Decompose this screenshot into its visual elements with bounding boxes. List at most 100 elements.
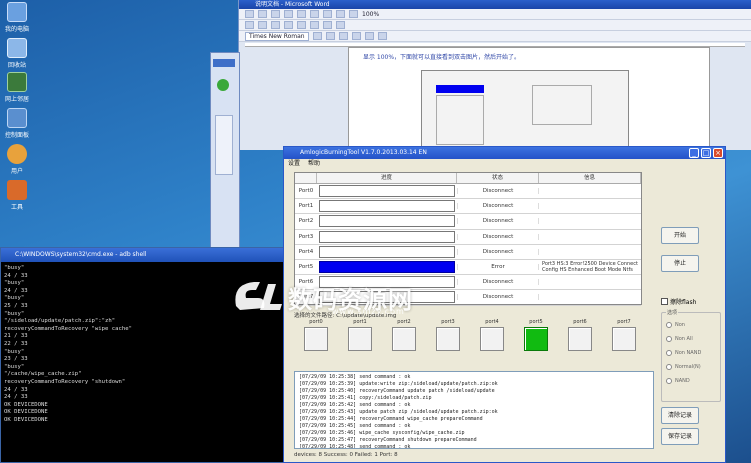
minimize-button[interactable]: _	[689, 148, 699, 158]
log-line: [07/29/09 10:25:44] recoveryCommand wipe…	[299, 416, 483, 422]
file-icon[interactable]	[245, 10, 254, 18]
log-output[interactable]: [07/29/09 10:25:38] send command : ok [07…	[294, 371, 654, 449]
port-indicator[interactable]	[304, 327, 328, 351]
insert-icon[interactable]	[284, 10, 293, 18]
align-left-icon[interactable]	[351, 32, 361, 40]
menu-help[interactable]: 帮助	[308, 159, 320, 169]
console-line: "/sideload/update/patch.zip":"zh"	[4, 318, 116, 325]
help-icon[interactable]	[349, 10, 358, 18]
radio-circle[interactable]	[666, 336, 672, 342]
clear-log-button[interactable]: 清除记录	[661, 407, 699, 424]
grid-header: 进度 状态 信息	[295, 173, 641, 184]
checkbox-box[interactable]	[661, 298, 668, 305]
option-radio[interactable]: NAND	[666, 377, 720, 385]
console-line: OK DEVICEDONE	[4, 416, 48, 423]
grid-row[interactable]: Port0 Disconnect	[295, 184, 641, 200]
close-button[interactable]: ×	[713, 148, 723, 158]
redo-icon[interactable]	[336, 21, 345, 29]
option-radio[interactable]: Non	[666, 321, 720, 329]
desktop-icon-my-computer[interactable]: 我的电脑	[2, 2, 32, 33]
radio-circle[interactable]	[666, 364, 672, 370]
start-button[interactable]: 开始	[661, 227, 699, 244]
print-icon[interactable]	[284, 21, 293, 29]
port-indicator[interactable]	[612, 327, 636, 351]
task-pane-list[interactable]	[215, 115, 233, 175]
grid-row[interactable]: Port1 Disconnect	[295, 199, 641, 215]
erase-flash-checkbox[interactable]: 擦除flash	[661, 297, 696, 306]
menu-settings[interactable]: 设置	[288, 159, 300, 169]
options-group-title: 选项	[666, 309, 679, 316]
erase-flash-label: 擦除flash	[670, 299, 697, 306]
header-port	[295, 173, 317, 183]
save-icon[interactable]	[271, 21, 280, 29]
option-radio[interactable]: Non NAND	[666, 349, 720, 357]
port-indicator[interactable]	[568, 327, 592, 351]
edit-icon[interactable]	[258, 10, 267, 18]
document-text: 显示 100%，下面就可以直接看到双击图片，然后开始了。	[363, 54, 521, 61]
header-status: 状态	[457, 173, 539, 183]
console-line: recoveryCommandToRecovery "shutdown"	[4, 378, 126, 385]
tool-title-bar: AmlogicBurningTool V1.7.0.2013.03.14 EN …	[284, 147, 725, 159]
console-line: 24 / 33	[4, 394, 28, 401]
table-icon[interactable]	[323, 10, 332, 18]
bold-icon[interactable]	[312, 32, 322, 40]
row-progress-cell	[317, 185, 457, 198]
word-document-page[interactable]: 显示 100%，下面就可以直接看到双击图片，然后开始了。	[348, 47, 710, 150]
grid-row[interactable]: Port3 Disconnect	[295, 230, 641, 245]
underline-icon[interactable]	[338, 32, 348, 40]
option-radio[interactable]: Non All	[666, 335, 720, 343]
word-window: 说明文档 - Microsoft Word 100% Times New Rom…	[238, 0, 751, 150]
open-icon[interactable]	[258, 21, 267, 29]
option-radio[interactable]: Normal(N)	[666, 363, 720, 371]
port-label: port0	[309, 319, 323, 325]
align-right-icon[interactable]	[377, 32, 387, 40]
desktop-icon-recycle[interactable]: 回收站	[2, 38, 32, 69]
font-name-select[interactable]: Times New Roman	[245, 31, 309, 41]
embedded-info	[532, 85, 592, 125]
go-icon[interactable]	[217, 79, 229, 91]
desktop-icon-user[interactable]: 用户	[2, 144, 32, 175]
grid-row[interactable]: Port5 Error Port3 HS:3 Error!2500 Device C…	[295, 260, 641, 276]
radio-circle[interactable]	[666, 322, 672, 328]
row-progress-cell	[317, 261, 457, 274]
port-indicator[interactable]	[392, 327, 416, 351]
option-label: Normal(N)	[675, 364, 701, 370]
view-icon[interactable]	[271, 10, 280, 18]
italic-icon[interactable]	[325, 32, 335, 40]
save-log-button[interactable]: 保存记录	[661, 428, 699, 445]
port-indicator[interactable]	[436, 327, 460, 351]
row-progress-cell	[317, 200, 457, 213]
port-label: port4	[485, 319, 499, 325]
format-icon[interactable]	[297, 10, 306, 18]
desktop-icon-control-panel[interactable]: 控制面板	[2, 108, 32, 139]
desktop-icon-network[interactable]: 网上邻居	[2, 72, 32, 103]
window-icon[interactable]	[336, 10, 345, 18]
console-line: OK DEVICEDONE	[4, 409, 48, 416]
zoom-value[interactable]: 100%	[362, 11, 379, 18]
paste-icon[interactable]	[310, 21, 319, 29]
grid-row[interactable]: Port4 Disconnect	[295, 245, 641, 260]
row-status: Disconnect	[457, 188, 539, 195]
grid-row[interactable]: Port2 Disconnect	[295, 214, 641, 230]
port-indicator[interactable]	[348, 327, 372, 351]
log-line: [07/29/09 10:25:48] send command : ok	[299, 444, 411, 449]
row-info: Port3 HS:3 Error!2500 Device Connect Con…	[542, 261, 638, 274]
tools-icon[interactable]	[310, 10, 319, 18]
align-center-icon[interactable]	[364, 32, 374, 40]
row-status: Disconnect	[457, 218, 539, 225]
header-progress: 进度	[317, 173, 457, 183]
console-line: "busy"	[4, 363, 25, 370]
undo-icon[interactable]	[323, 21, 332, 29]
maximize-button[interactable]: □	[701, 148, 711, 158]
option-label: Non All	[675, 336, 693, 342]
new-doc-icon[interactable]	[245, 21, 254, 29]
desktop-icon-tool[interactable]: 工具	[2, 180, 32, 211]
embedded-screenshot[interactable]	[421, 70, 629, 150]
radio-circle[interactable]	[666, 350, 672, 356]
stop-button[interactable]: 停止	[661, 255, 699, 272]
row-port: Port4	[298, 248, 314, 255]
port-indicator[interactable]	[524, 327, 548, 351]
radio-circle[interactable]	[666, 378, 672, 384]
copy-icon[interactable]	[297, 21, 306, 29]
port-indicator[interactable]	[480, 327, 504, 351]
